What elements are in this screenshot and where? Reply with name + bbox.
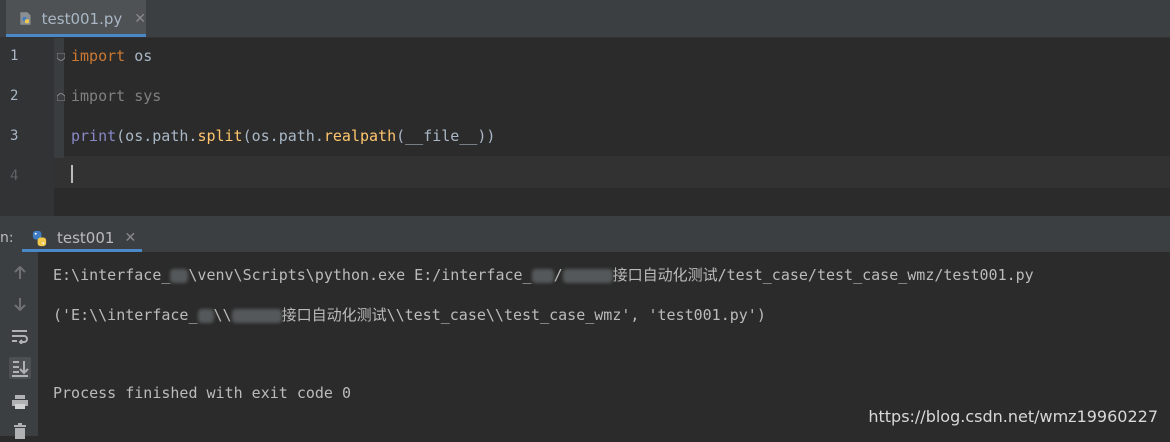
- code-line-3: print(os.path.split(os.path.realpath(__f…: [71, 127, 496, 145]
- tab-test001-py[interactable]: test001.py ✕: [6, 0, 146, 37]
- code-line-2: import sys: [71, 87, 162, 105]
- run-tab-label: test001: [57, 229, 115, 247]
- redacted-text: [562, 268, 613, 283]
- fold-marker-icon[interactable]: [57, 53, 65, 61]
- text-caret: [71, 165, 73, 183]
- tab-run-test001[interactable]: test001 ✕: [22, 224, 142, 252]
- print-icon[interactable]: [9, 391, 31, 413]
- line-number-gutter: 1 2 3 4: [0, 38, 54, 216]
- redacted-text: [197, 308, 214, 323]
- up-arrow-icon[interactable]: [9, 262, 31, 284]
- console-line-result: ('E:\\interface_ \\ 接口自动化测试\\test_case\\te…: [53, 306, 766, 324]
- editor-tab-bar: test001.py ✕: [0, 0, 1170, 38]
- run-tool-window-header: n: test001 ✕: [0, 224, 1170, 252]
- soft-wrap-icon[interactable]: [9, 325, 31, 347]
- current-line-highlight: [54, 156, 1170, 188]
- line-number: 1: [10, 48, 19, 64]
- watermark: https://blog.csdn.net/wmz19960227: [868, 407, 1158, 426]
- run-toolbar: [0, 252, 38, 439]
- tab-label: test001.py: [41, 9, 123, 28]
- code-line-1: import os: [71, 47, 153, 65]
- redacted-text: [531, 268, 554, 283]
- line-number: 4: [10, 168, 19, 184]
- line-number: 3: [10, 128, 19, 144]
- python-file-icon: [20, 12, 31, 25]
- scroll-to-end-icon[interactable]: [9, 357, 31, 379]
- close-icon[interactable]: ✕: [134, 11, 146, 27]
- close-icon[interactable]: ✕: [124, 230, 136, 246]
- python-logo-icon: [32, 230, 47, 246]
- console-line-exit: Process finished with exit code 0: [53, 384, 352, 402]
- line-number: 2: [10, 88, 19, 104]
- fold-marker-icon[interactable]: [57, 93, 65, 101]
- down-arrow-icon[interactable]: [9, 293, 31, 315]
- console-line-command: E:\interface_ \venv\Scripts\python.exe E:…: [53, 266, 1034, 284]
- redacted-text: [231, 308, 282, 323]
- code-editor[interactable]: 1 2 3 4 import os import sys print(os.pa…: [0, 38, 1170, 218]
- trash-icon[interactable]: [9, 420, 31, 442]
- run-label: n:: [0, 230, 14, 246]
- redacted-text: [170, 268, 189, 283]
